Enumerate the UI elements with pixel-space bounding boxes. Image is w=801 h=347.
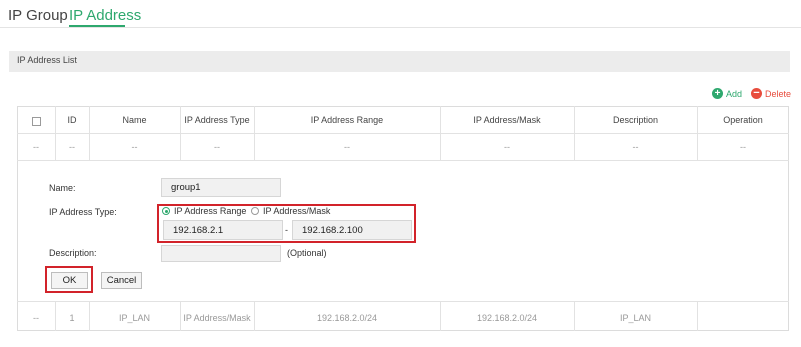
delete-label: Delete — [765, 88, 792, 99]
description-optional-hint: (Optional) — [287, 248, 327, 258]
tab-ip-address[interactable]: IP Address — [69, 7, 141, 25]
placeholder-cell: -- — [69, 142, 75, 152]
radio-selected-indicator — [162, 207, 170, 215]
select-all-checkbox[interactable] — [32, 117, 41, 126]
ok-button[interactable]: OK — [51, 272, 88, 289]
name-label: Name: — [49, 183, 76, 193]
row-id: 1 — [69, 313, 75, 323]
name-input[interactable]: group1 — [161, 178, 281, 197]
column-header-description[interactable]: Description — [574, 115, 697, 125]
column-header-ip-address-type[interactable]: IP Address Type — [180, 115, 254, 125]
placeholder-cell: -- — [344, 142, 350, 152]
row-mask: 192.168.2.0/24 — [476, 313, 538, 323]
section-title: IP Address List — [17, 55, 77, 65]
radio-ip-address-mask[interactable]: IP Address/Mask — [251, 206, 330, 216]
row-range: 192.168.2.0/24 — [316, 313, 378, 323]
row-type: IP Address/Mask — [183, 313, 251, 323]
range-start-input[interactable]: 192.168.2.1 — [163, 220, 283, 240]
description-label: Description: — [49, 248, 97, 258]
add-button[interactable]: + Add — [712, 88, 742, 99]
column-header-id[interactable]: ID — [55, 115, 89, 125]
delete-button[interactable]: − Delete — [751, 88, 791, 99]
cancel-button[interactable]: Cancel — [101, 272, 142, 289]
active-tab-indicator — [69, 25, 125, 27]
row-dash: -- — [33, 313, 39, 323]
section-header: IP Address List — [9, 51, 790, 72]
minus-circle-icon: − — [751, 88, 762, 99]
column-header-ip-address-range[interactable]: IP Address Range — [254, 115, 440, 125]
row-divider — [17, 301, 789, 302]
column-divider — [697, 301, 698, 331]
column-header-operation: Operation — [723, 115, 763, 125]
row-description: IP_LAN — [619, 313, 652, 323]
placeholder-cell: -- — [504, 142, 510, 152]
description-input[interactable] — [161, 245, 281, 262]
placeholder-cell: -- — [131, 142, 138, 152]
tab-ip-group[interactable]: IP Group — [8, 7, 68, 25]
radio-ip-address-range-label: IP Address Range — [174, 206, 247, 216]
range-end-input[interactable]: 192.168.2.100 — [292, 220, 412, 240]
ip-address-type-label: IP Address Type: — [49, 207, 117, 217]
radio-ip-address-range[interactable]: IP Address Range — [162, 206, 246, 216]
row-divider — [17, 160, 789, 161]
radio-unselected-indicator — [251, 207, 259, 215]
placeholder-cell: -- — [214, 142, 220, 152]
add-label: Add — [726, 88, 743, 99]
column-header-ip-address-mask[interactable]: IP Address/Mask — [440, 115, 574, 125]
header-divider — [17, 133, 789, 134]
plus-circle-icon: + — [712, 88, 723, 99]
placeholder-cell: -- — [740, 142, 746, 152]
range-separator: - — [285, 225, 288, 235]
placeholder-cell: -- — [33, 142, 39, 152]
row-name: IP_LAN — [118, 313, 151, 323]
tab-bar: IP Group IP Address — [0, 0, 801, 28]
radio-ip-address-mask-label: IP Address/Mask — [263, 206, 331, 216]
column-header-name[interactable]: Name — [89, 115, 180, 125]
placeholder-cell: -- — [632, 142, 639, 152]
